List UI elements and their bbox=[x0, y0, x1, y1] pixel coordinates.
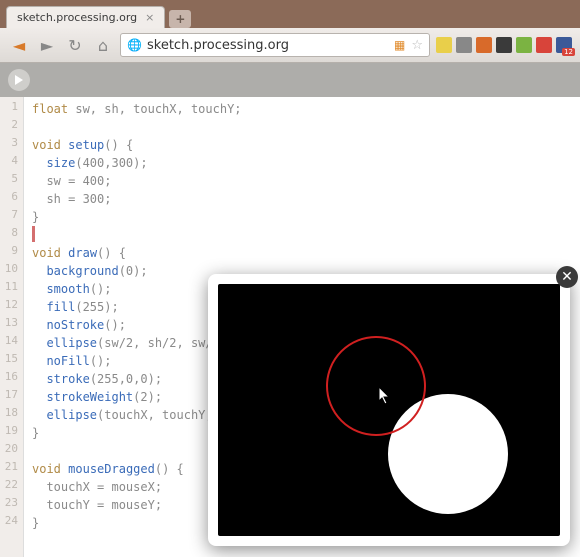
text-cursor bbox=[32, 226, 35, 242]
ext-icon-5[interactable] bbox=[516, 37, 532, 53]
extension-icons: 12 bbox=[436, 37, 572, 53]
tab-title: sketch.processing.org bbox=[17, 11, 137, 24]
globe-icon: 🌐 bbox=[127, 38, 141, 52]
line-number: 22 bbox=[0, 478, 23, 496]
rss-icon[interactable]: ▦ bbox=[394, 38, 405, 52]
line-number: 14 bbox=[0, 334, 23, 352]
canvas-red-ring bbox=[326, 336, 426, 436]
browser-toolbar: ◄ ► ↻ ⌂ 🌐 sketch.processing.org ▦ ☆ 12 bbox=[0, 28, 580, 62]
sketch-toolbar bbox=[0, 63, 580, 97]
line-number: 23 bbox=[0, 496, 23, 514]
sketch-canvas[interactable] bbox=[218, 284, 560, 536]
line-gutter: 123456789101112131415161718192021222324 bbox=[0, 97, 24, 557]
line-number: 16 bbox=[0, 370, 23, 388]
code-line: size(400,300); bbox=[32, 154, 580, 172]
sketch-preview-panel: ✕ bbox=[208, 274, 570, 546]
line-number: 21 bbox=[0, 460, 23, 478]
line-number: 20 bbox=[0, 442, 23, 460]
notification-badge: 12 bbox=[562, 48, 575, 56]
reload-icon: ↻ bbox=[68, 36, 81, 55]
close-tab-icon[interactable]: × bbox=[145, 11, 154, 24]
play-icon bbox=[14, 75, 24, 85]
code-line: void draw() { bbox=[32, 244, 580, 262]
home-button[interactable]: ⌂ bbox=[92, 34, 114, 56]
mouse-cursor-icon bbox=[378, 386, 392, 406]
ext-icon-1[interactable] bbox=[436, 37, 452, 53]
line-number: 10 bbox=[0, 262, 23, 280]
line-number: 17 bbox=[0, 388, 23, 406]
ext-icon-3[interactable] bbox=[476, 37, 492, 53]
line-number: 4 bbox=[0, 154, 23, 172]
line-number: 19 bbox=[0, 424, 23, 442]
line-number: 9 bbox=[0, 244, 23, 262]
line-number: 3 bbox=[0, 136, 23, 154]
line-number: 1 bbox=[0, 100, 23, 118]
home-icon: ⌂ bbox=[98, 36, 108, 55]
line-number: 24 bbox=[0, 514, 23, 532]
line-number: 13 bbox=[0, 316, 23, 334]
line-number: 5 bbox=[0, 172, 23, 190]
line-number: 8 bbox=[0, 226, 23, 244]
ext-icon-7[interactable]: 12 bbox=[556, 37, 572, 53]
browser-chrome: sketch.processing.org × + ◄ ► ↻ ⌂ 🌐 sket… bbox=[0, 0, 580, 63]
code-line: float sw, sh, touchX, touchY; bbox=[32, 100, 580, 118]
ext-icon-2[interactable] bbox=[456, 37, 472, 53]
line-number: 6 bbox=[0, 190, 23, 208]
code-line: } bbox=[32, 208, 580, 226]
url-bar[interactable]: 🌐 sketch.processing.org ▦ ☆ bbox=[120, 33, 430, 57]
play-button[interactable] bbox=[8, 69, 30, 91]
code-line: sh = 300; bbox=[32, 190, 580, 208]
forward-icon: ► bbox=[41, 36, 53, 55]
line-number: 7 bbox=[0, 208, 23, 226]
close-icon: ✕ bbox=[561, 269, 573, 285]
browser-tab[interactable]: sketch.processing.org × bbox=[6, 6, 165, 28]
line-number: 11 bbox=[0, 280, 23, 298]
line-number: 15 bbox=[0, 352, 23, 370]
reload-button[interactable]: ↻ bbox=[64, 34, 86, 56]
bookmark-star-icon[interactable]: ☆ bbox=[411, 38, 423, 53]
tab-strip: sketch.processing.org × + bbox=[0, 0, 580, 28]
back-icon: ◄ bbox=[13, 36, 25, 55]
code-line bbox=[32, 226, 580, 244]
new-tab-button[interactable]: + bbox=[169, 10, 191, 28]
url-text: sketch.processing.org bbox=[147, 38, 388, 53]
back-button[interactable]: ◄ bbox=[8, 34, 30, 56]
line-number: 18 bbox=[0, 406, 23, 424]
code-line: void setup() { bbox=[32, 136, 580, 154]
line-number: 2 bbox=[0, 118, 23, 136]
line-number: 12 bbox=[0, 298, 23, 316]
ext-icon-6[interactable] bbox=[536, 37, 552, 53]
ext-icon-4[interactable] bbox=[496, 37, 512, 53]
forward-button[interactable]: ► bbox=[36, 34, 58, 56]
code-line bbox=[32, 118, 580, 136]
code-line: sw = 400; bbox=[32, 172, 580, 190]
